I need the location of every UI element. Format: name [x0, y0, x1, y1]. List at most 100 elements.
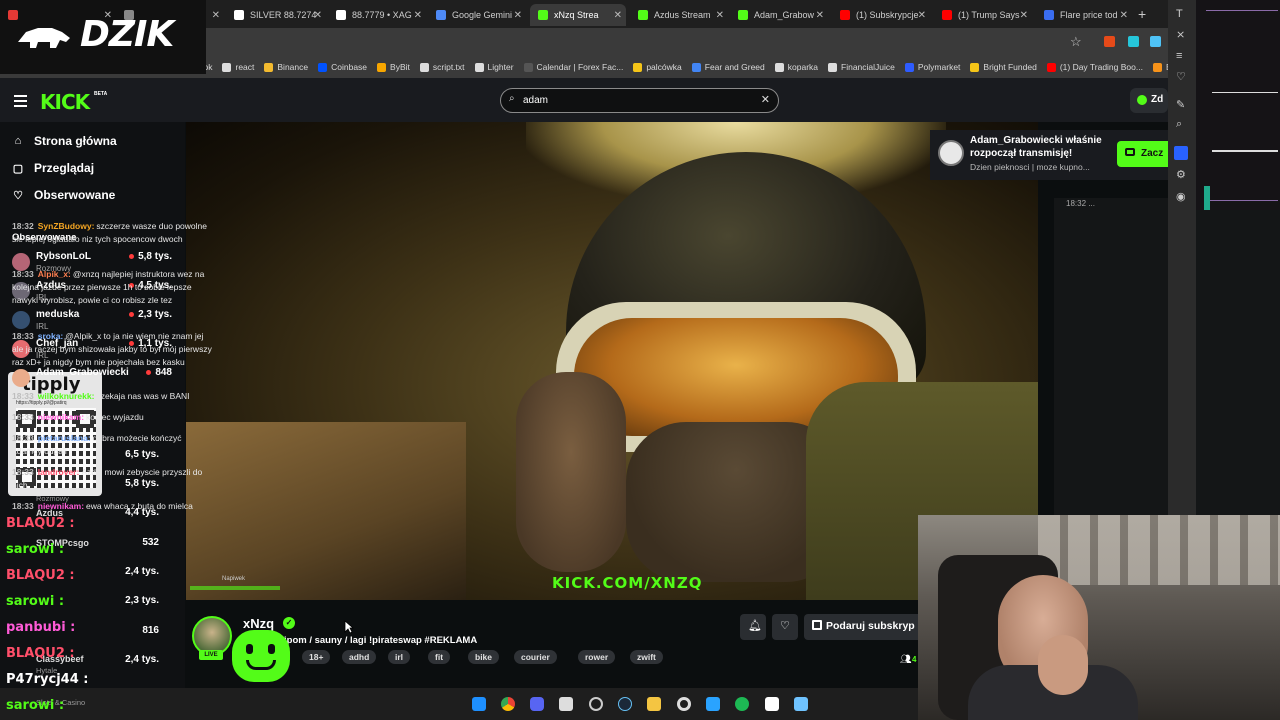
extension-icon[interactable]	[1150, 36, 1161, 47]
gift-icon	[812, 620, 822, 630]
bookmark-label: script.txt	[432, 62, 465, 72]
heart-icon: ♡	[780, 620, 790, 632]
discord-icon[interactable]	[530, 697, 544, 711]
stream-tag[interactable]: irl	[388, 650, 411, 664]
stream-tag[interactable]: adhd	[342, 650, 377, 664]
app-icon[interactable]	[765, 697, 779, 711]
chat-message: 18:33 niewnikam: koniec wyjazdu	[12, 411, 212, 424]
stream-tag[interactable]: bike	[468, 650, 500, 664]
bookmark-item[interactable]: FinancialJuice	[828, 62, 895, 72]
sidebar-nav-item[interactable]: ♡ Obserwowane	[12, 188, 115, 202]
bookmark-item[interactable]: Fear and Greed	[691, 62, 765, 72]
browser-tab[interactable]: xNzq Strea ✕	[530, 4, 626, 26]
bookmark-item[interactable]: Calendar | Forex Fac...	[523, 62, 623, 72]
chrome-icon[interactable]	[501, 697, 515, 711]
magnet-tool-icon[interactable]	[1174, 146, 1188, 160]
chat-username[interactable]: sroka:	[38, 331, 64, 341]
chat-username[interactable]: wilkoknurekk:	[38, 391, 95, 401]
stream-tag[interactable]: courier	[514, 650, 557, 664]
tab-close-icon[interactable]: ✕	[614, 10, 622, 21]
chat-username[interactable]: Alpik_x:	[38, 269, 71, 279]
streamer-name[interactable]: xNzq	[243, 616, 274, 631]
stream-tag[interactable]: rower	[578, 650, 616, 664]
bookmark-item[interactable]: Coinbase	[318, 62, 367, 72]
browser-tab[interactable]: SILVER 88.7274 ✕	[226, 4, 326, 26]
notification-start-button[interactable]: Zacz	[1117, 141, 1168, 167]
extension-icon[interactable]	[1128, 36, 1139, 47]
bookmark-star-icon[interactable]: ☆	[1070, 34, 1082, 50]
tab-close-icon[interactable]: ✕	[314, 10, 322, 21]
bookmark-item[interactable]: palcówka	[633, 62, 682, 72]
tab-close-icon[interactable]: ✕	[514, 10, 522, 21]
tab-close-icon[interactable]: ✕	[918, 10, 926, 21]
bookmark-item[interactable]: script.txt	[419, 62, 465, 72]
browser-tab[interactable]: Azdus Stream ✕	[630, 4, 728, 26]
bookmark-item[interactable]: ByBit	[377, 62, 410, 72]
tab-close-icon[interactable]: ✕	[104, 10, 112, 21]
text-tool-icon[interactable]: T	[1176, 8, 1183, 20]
stream-tag[interactable]: 18+	[302, 650, 331, 664]
bookmark-item[interactable]: Binance	[264, 62, 308, 72]
favorite-tool-icon[interactable]: ♡	[1176, 70, 1186, 83]
zoom-tool-icon[interactable]: ⌕	[1176, 118, 1182, 131]
new-tab-button[interactable]: +	[1138, 6, 1146, 22]
browser-tab[interactable]: (1) Trump Says ✕	[934, 4, 1032, 26]
app-icon[interactable]	[706, 697, 720, 711]
chat-username[interactable]: niewnikam:	[38, 501, 84, 511]
browser-tab[interactable]: Flare price tod ✕	[1036, 4, 1132, 26]
lock-tool-icon[interactable]: ⚙	[1176, 168, 1186, 181]
bookmark-item[interactable]: Lighter	[474, 62, 514, 72]
app-icon[interactable]	[589, 697, 603, 711]
video-player[interactable]: KICK.COM/XNZQ Napiwek	[186, 122, 1038, 600]
chat-username[interactable]: landrover:	[38, 467, 80, 477]
notepad-icon[interactable]	[794, 697, 808, 711]
steam-icon[interactable]	[618, 697, 632, 711]
tab-close-icon[interactable]: ✕	[816, 10, 824, 21]
browser-tab[interactable]: ✕	[116, 4, 224, 26]
eye-tool-icon[interactable]: ◉	[1176, 190, 1186, 203]
sidebar-nav-item[interactable]: ⌂ Strona główna	[12, 134, 117, 148]
pattern-tool-icon[interactable]: ⨯	[1176, 28, 1185, 41]
bookmark-item[interactable]: koparka	[774, 62, 818, 72]
notification-subtitle: Dzien pieknosci | moze kupno...	[970, 162, 1090, 172]
clear-search-icon[interactable]: ✕	[761, 93, 770, 106]
search-input[interactable]: ⌕ adam ✕	[500, 88, 779, 113]
pencil-tool-icon[interactable]: ✎	[1176, 98, 1185, 111]
browser-tab[interactable]: Adam_Grabow ✕	[730, 4, 828, 26]
tab-close-icon[interactable]: ✕	[212, 10, 220, 21]
chat-username[interactable]: niewnikam:	[38, 412, 84, 422]
follow-button[interactable]: ♡	[772, 614, 798, 640]
bookmark-item[interactable]: (1) Day Trading Boo...	[1046, 62, 1143, 72]
browser-tab[interactable]: Google Gemini ✕	[428, 4, 526, 26]
gift-subscription-button[interactable]: Podaruj subskryp	[804, 614, 918, 640]
chat-message: 18:33 landrover: Azdis mowi zebyscie przys…	[12, 466, 212, 492]
browser-tab[interactable]: (1) Subskrypcje ✕	[832, 4, 930, 26]
folder-icon[interactable]	[647, 697, 661, 711]
chat-text: ewa whaca z buta do mielca	[86, 501, 193, 511]
bookmark-favicon-icon	[318, 62, 328, 72]
stream-tag[interactable]: fit	[428, 650, 451, 664]
ccleaner-icon[interactable]	[677, 697, 691, 711]
bookmark-item[interactable]: Polymarket	[904, 62, 960, 72]
chat-username[interactable]: pietaruslana:	[38, 433, 91, 443]
ruler-tool-icon[interactable]: ≡	[1176, 50, 1182, 62]
notification-bell-button[interactable]: 🔔︎	[740, 614, 766, 640]
app-icon[interactable]	[559, 697, 573, 711]
spotify-icon[interactable]	[735, 697, 749, 711]
tab-close-icon[interactable]: ✕	[414, 10, 422, 21]
tab-close-icon[interactable]: ✕	[716, 10, 724, 21]
browser-tab[interactable]: ✕	[0, 4, 116, 26]
extension-icon[interactable]	[1104, 36, 1115, 47]
bookmark-item[interactable]: Bright Funded	[970, 62, 1037, 72]
sidebar-nav-item[interactable]: ▢ Przeglądaj	[12, 161, 94, 175]
chat-username[interactable]: SynZBudowy:	[38, 221, 95, 231]
kick-logo[interactable]: KICK	[40, 90, 90, 114]
windows-start-icon[interactable]	[472, 697, 486, 711]
channel-viewers: 2,3 tys.	[125, 595, 159, 606]
hamburger-menu-icon[interactable]	[14, 95, 27, 107]
tab-close-icon[interactable]: ✕	[1020, 10, 1028, 21]
browser-tab[interactable]: 88.7779 • XAG ✕	[328, 4, 426, 26]
stream-tag[interactable]: zwift	[630, 650, 663, 664]
tab-close-icon[interactable]: ✕	[1120, 10, 1128, 21]
bookmark-item[interactable]: react	[222, 62, 254, 72]
